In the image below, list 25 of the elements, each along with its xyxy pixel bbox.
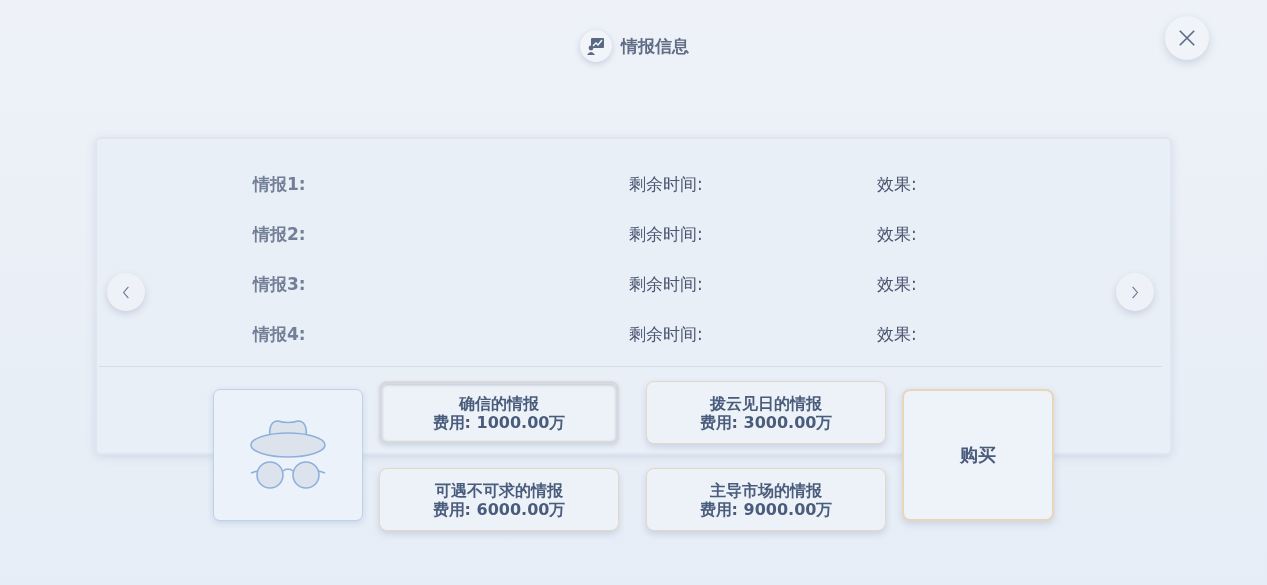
intel-label: 情报4: [253, 322, 307, 346]
close-icon [1178, 29, 1196, 47]
remaining-time-label: 剩余时间: [629, 222, 704, 246]
effect-label: 效果: [877, 222, 917, 246]
intel-option[interactable]: 确信的情报 费用: 1000.00万 [379, 381, 619, 444]
spy-icon [250, 420, 326, 490]
close-button[interactable] [1165, 16, 1209, 60]
previous-button[interactable] [107, 273, 145, 311]
intel-option[interactable]: 可遇不可求的情报 费用: 6000.00万 [379, 468, 619, 531]
chevron-right-icon [1131, 285, 1139, 299]
remaining-time-label: 剩余时间: [629, 172, 704, 196]
intel-label: 情报1: [253, 172, 307, 196]
remaining-time-label: 剩余时间: [629, 322, 704, 346]
intel-label: 情报3: [253, 272, 307, 296]
buy-button[interactable]: 购买 [902, 389, 1054, 521]
intel-option[interactable]: 主导市场的情报 费用: 9000.00万 [646, 468, 886, 531]
chevron-left-icon [122, 285, 130, 299]
effect-label: 效果: [877, 322, 917, 346]
dialog-title: 情报信息 [620, 35, 689, 58]
next-button[interactable] [1116, 273, 1154, 311]
remaining-time-label: 剩余时间: [629, 272, 704, 296]
intel-option[interactable]: 拨云见日的情报 费用: 3000.00万 [646, 381, 886, 444]
effect-label: 效果: [877, 172, 917, 196]
intel-label: 情报2: [253, 222, 307, 246]
effect-label: 效果: [877, 272, 917, 296]
